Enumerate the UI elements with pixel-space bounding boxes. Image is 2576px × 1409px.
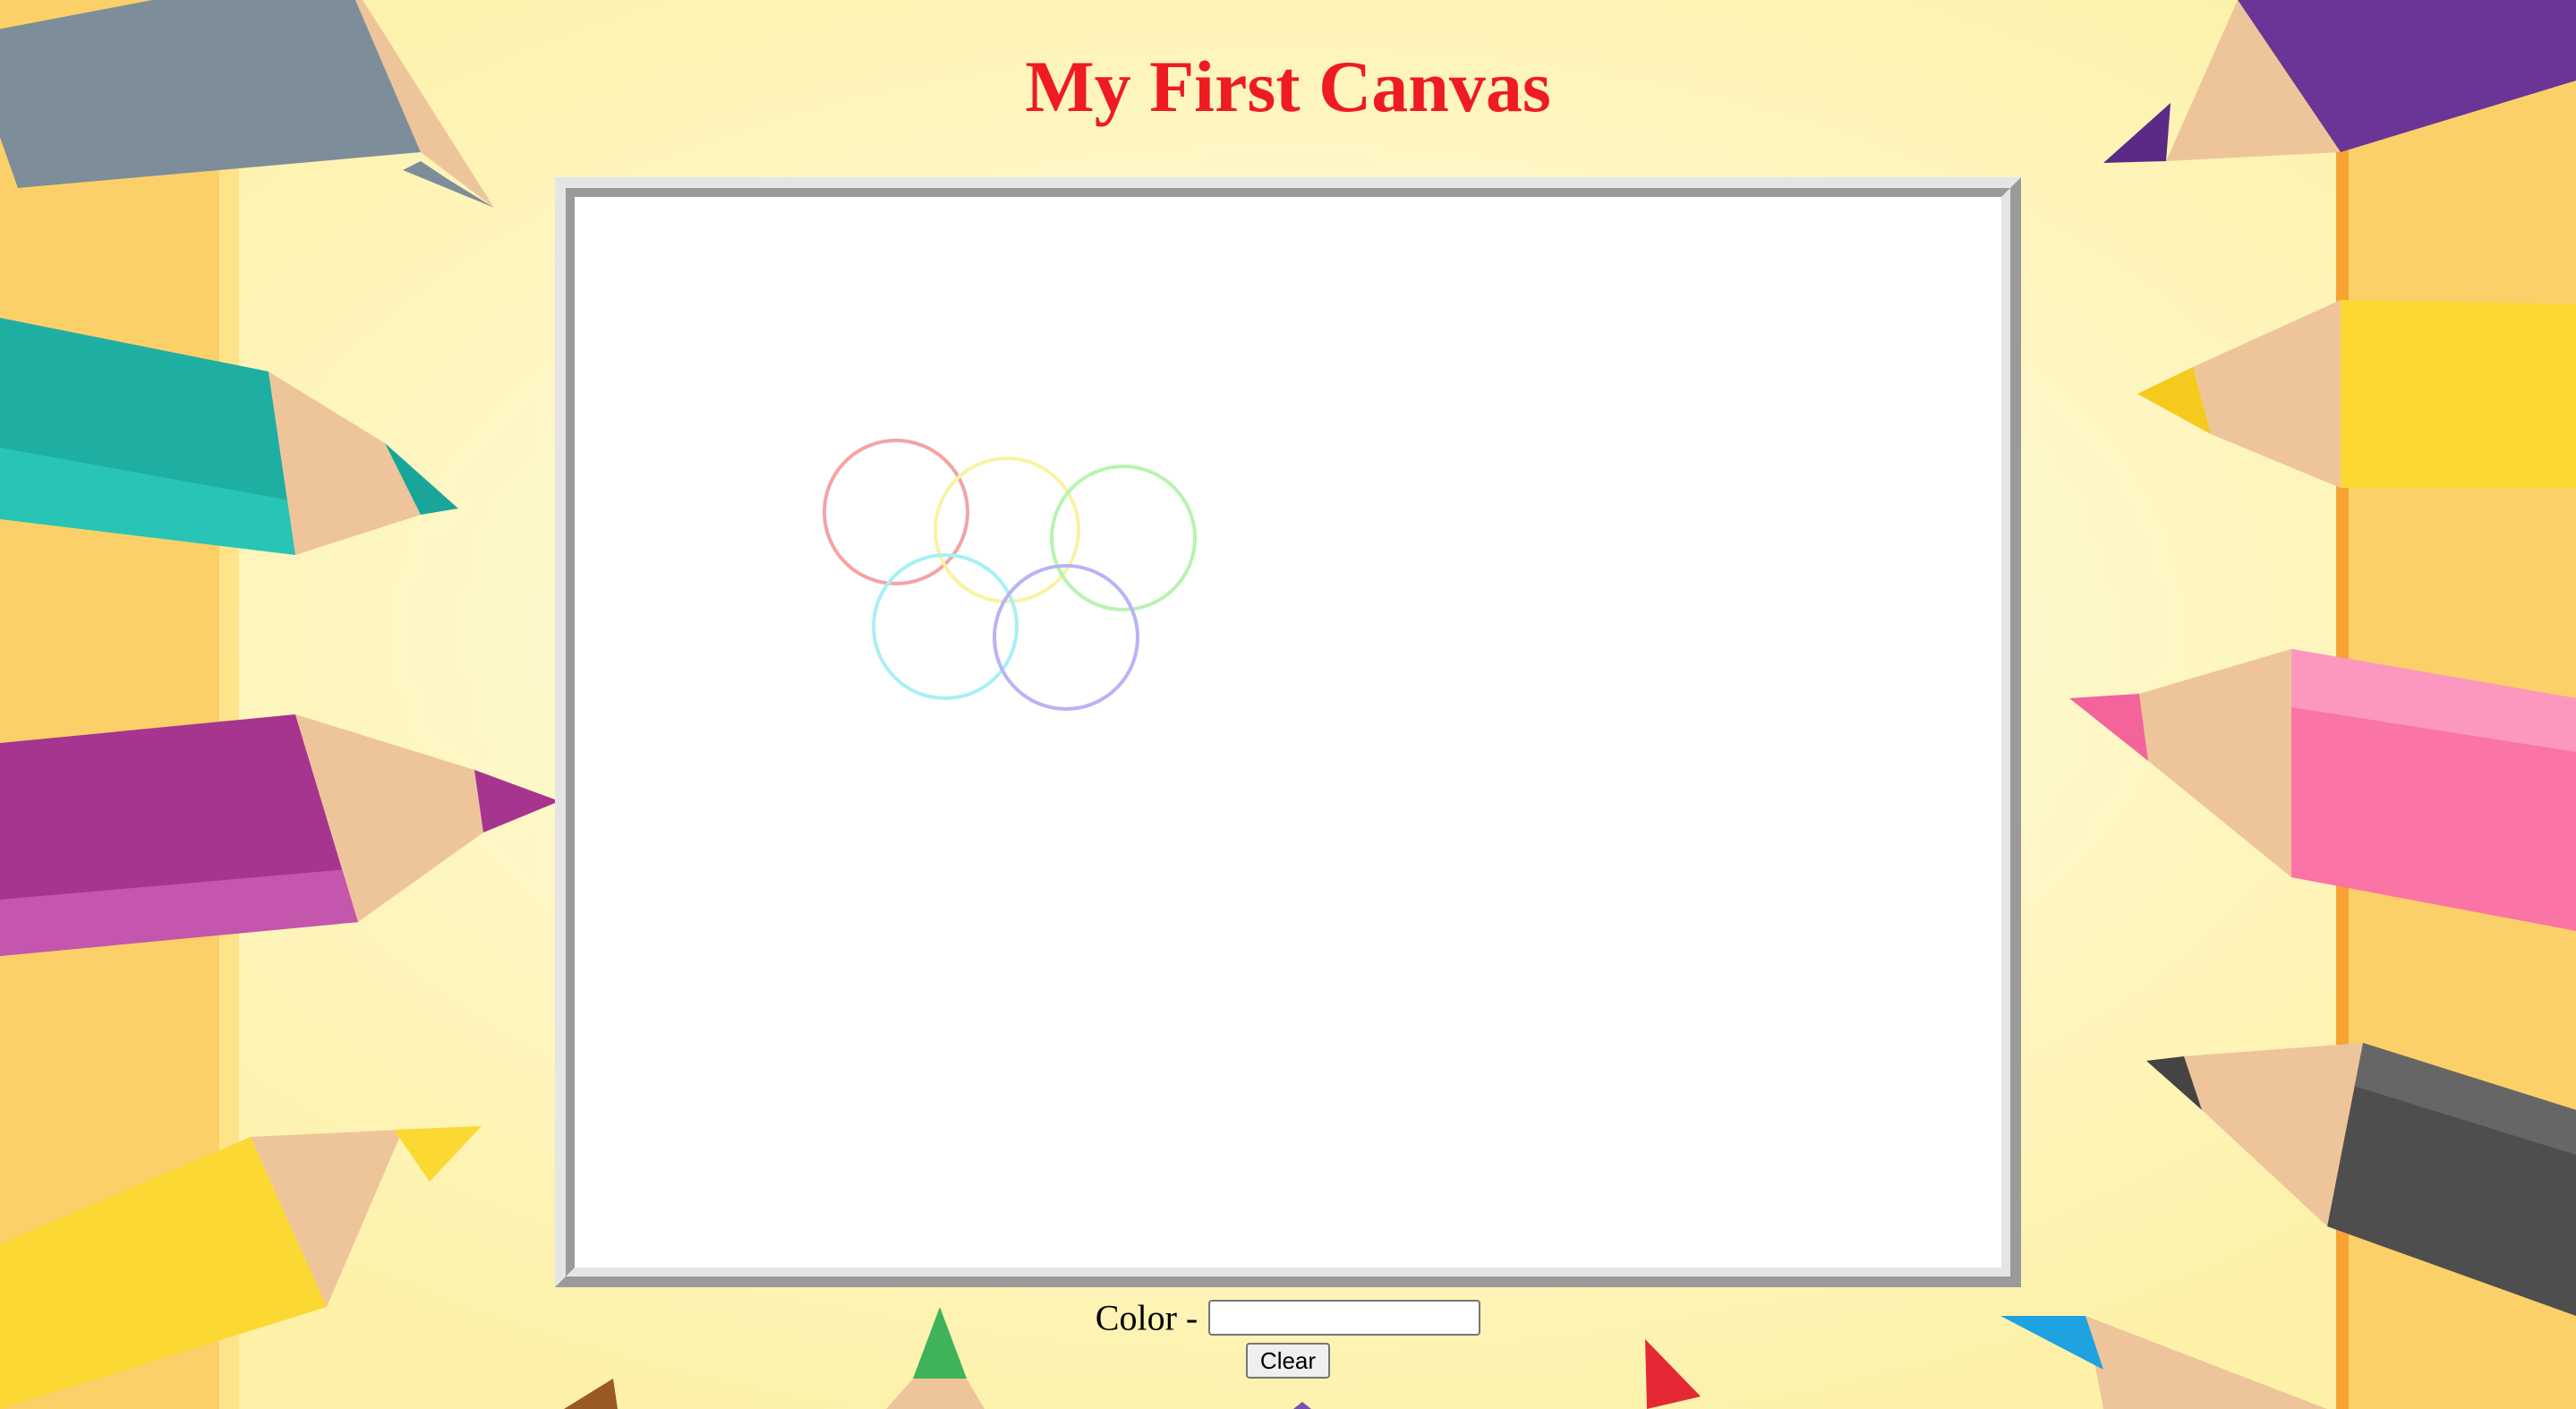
red-circle — [823, 439, 969, 585]
yellow-circle — [934, 457, 1080, 603]
clear-button[interactable]: Clear — [1245, 1343, 1331, 1379]
page-title: My First Canvas — [1025, 46, 1551, 127]
clear-row: Clear — [0, 1343, 2576, 1379]
color-label: Color - — [1095, 1297, 1198, 1338]
drawing-canvas[interactable] — [566, 188, 2010, 1277]
drawing-canvas-frame — [555, 177, 2021, 1287]
canvas-controls: Color - Clear — [0, 1294, 2576, 1379]
canvas-drawing — [823, 439, 1197, 711]
color-input[interactable] — [1208, 1300, 1481, 1336]
green-circle — [1050, 465, 1197, 611]
color-row: Color - — [0, 1294, 2576, 1341]
